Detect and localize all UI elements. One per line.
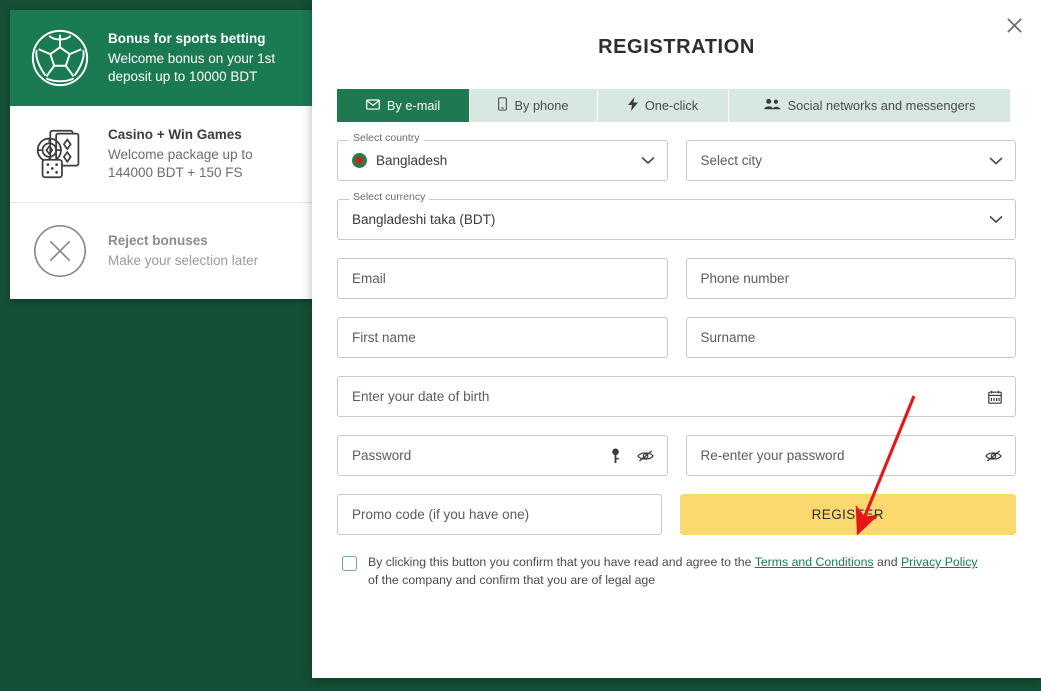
tab-label: Social networks and messengers — [787, 98, 976, 113]
register-button[interactable]: REGISTER — [679, 494, 1016, 535]
tab-by-email[interactable]: By e-mail — [337, 89, 470, 122]
tab-one-click[interactable]: One-click — [598, 89, 729, 122]
surname-field — [685, 317, 1016, 358]
registration-modal: REGISTRATION By e-mail By phone One-clic… — [312, 0, 1041, 678]
consent-text-after: of the company and confirm that you are … — [368, 573, 656, 588]
currency-select[interactable]: Select currency Bangladeshi taka (BDT) — [337, 192, 1016, 240]
dob-input[interactable] — [337, 376, 1016, 417]
country-value-wrap: Bangladesh — [352, 153, 447, 168]
surname-input[interactable] — [685, 317, 1016, 358]
bonus-card-subtitle: Welcome package up to 144000 BDT + 150 F… — [108, 147, 253, 181]
circle-x-icon — [26, 217, 94, 285]
country-field: Select country Bangladesh — [337, 133, 668, 181]
close-icon[interactable] — [1001, 12, 1027, 38]
currency-label: Select currency — [349, 192, 430, 203]
dob-row — [337, 376, 1016, 417]
phone-input[interactable] — [685, 258, 1016, 299]
bonus-card-title: Bonus for sports betting — [108, 31, 266, 47]
envelope-icon — [365, 98, 380, 113]
page-title: REGISTRATION — [598, 36, 755, 58]
chevron-down-icon — [640, 152, 655, 170]
name-row — [337, 317, 1016, 358]
bonus-card-subtitle: Make your selection later — [108, 253, 259, 269]
currency-row: Select currency Bangladeshi taka (BDT) — [337, 192, 1016, 240]
toggle-password-visibility-icon[interactable] — [636, 449, 654, 462]
password-row — [337, 435, 1016, 476]
bonus-card-sports[interactable]: Bonus for sports betting Welcome bonus o… — [10, 10, 312, 106]
bonus-card-title: Reject bonuses — [108, 232, 208, 248]
dob-field — [337, 376, 1016, 417]
tab-social-networks[interactable]: Social networks and messengers — [729, 89, 1010, 122]
promo-register-row: REGISTER — [337, 494, 1016, 535]
registration-method-tabs: By e-mail By phone One-click Social netw… — [337, 89, 1010, 122]
bonus-card-reject[interactable]: Reject bonuses Make your selection later — [10, 202, 312, 299]
consent-text: By clicking this button you confirm that… — [368, 553, 980, 590]
calendar-icon[interactable] — [988, 390, 1002, 404]
consent-text-before: By clicking this button you confirm that… — [368, 555, 755, 569]
tab-by-phone[interactable]: By phone — [470, 89, 598, 122]
first-name-field — [337, 317, 668, 358]
country-city-row: Select country Bangladesh Select city — [337, 133, 1016, 181]
promo-field — [337, 494, 662, 535]
first-name-input[interactable] — [337, 317, 668, 358]
bonus-card-casino[interactable]: Casino + Win Games Welcome package up to… — [10, 106, 312, 202]
email-field — [337, 258, 668, 299]
terms-and-conditions-link[interactable]: Terms and Conditions — [755, 555, 874, 569]
repeat-password-input[interactable] — [685, 435, 1016, 476]
key-icon[interactable] — [611, 448, 620, 463]
country-select[interactable]: Select country Bangladesh — [337, 133, 668, 181]
city-select[interactable]: Select city — [685, 140, 1016, 181]
country-label: Select country — [349, 133, 424, 144]
tab-label: By phone — [514, 98, 569, 113]
lightning-bolt-icon — [627, 97, 638, 114]
currency-field: Select currency Bangladeshi taka (BDT) — [337, 192, 1016, 240]
tab-label: One-click — [644, 98, 699, 113]
chevron-down-icon — [989, 153, 1003, 168]
bonus-card-subtitle: Welcome bonus on your 1st deposit up to … — [108, 51, 276, 85]
people-group-icon — [763, 98, 781, 113]
email-phone-row — [337, 258, 1016, 299]
email-input[interactable] — [337, 258, 668, 299]
bangladesh-flag-icon — [352, 153, 367, 168]
toggle-password-visibility-icon[interactable] — [985, 449, 1002, 462]
soccer-ball-icon — [26, 24, 94, 92]
city-placeholder: Select city — [700, 153, 763, 168]
password-field — [337, 435, 668, 476]
consent-text-middle: and — [873, 555, 901, 569]
privacy-policy-link[interactable]: Privacy Policy — [901, 555, 978, 569]
phone-field — [685, 258, 1016, 299]
mobile-phone-icon — [498, 97, 508, 114]
repeat-password-field — [685, 435, 1016, 476]
bonus-card-title: Casino + Win Games — [108, 127, 242, 143]
city-field: Select city — [685, 140, 1016, 181]
consent-block: By clicking this button you confirm that… — [337, 553, 1016, 590]
currency-value: Bangladeshi taka (BDT) — [352, 212, 496, 227]
chevron-down-icon — [989, 211, 1003, 229]
promo-code-input[interactable] — [337, 494, 662, 535]
registration-form: By e-mail By phone One-click Social netw… — [312, 69, 1041, 590]
bonus-selection-panel: Bonus for sports betting Welcome bonus o… — [10, 10, 312, 299]
consent-checkbox[interactable] — [342, 556, 357, 571]
country-value: Bangladesh — [376, 153, 448, 168]
tab-label: By e-mail — [386, 98, 441, 113]
casino-cards-chip-dice-icon — [26, 120, 94, 188]
